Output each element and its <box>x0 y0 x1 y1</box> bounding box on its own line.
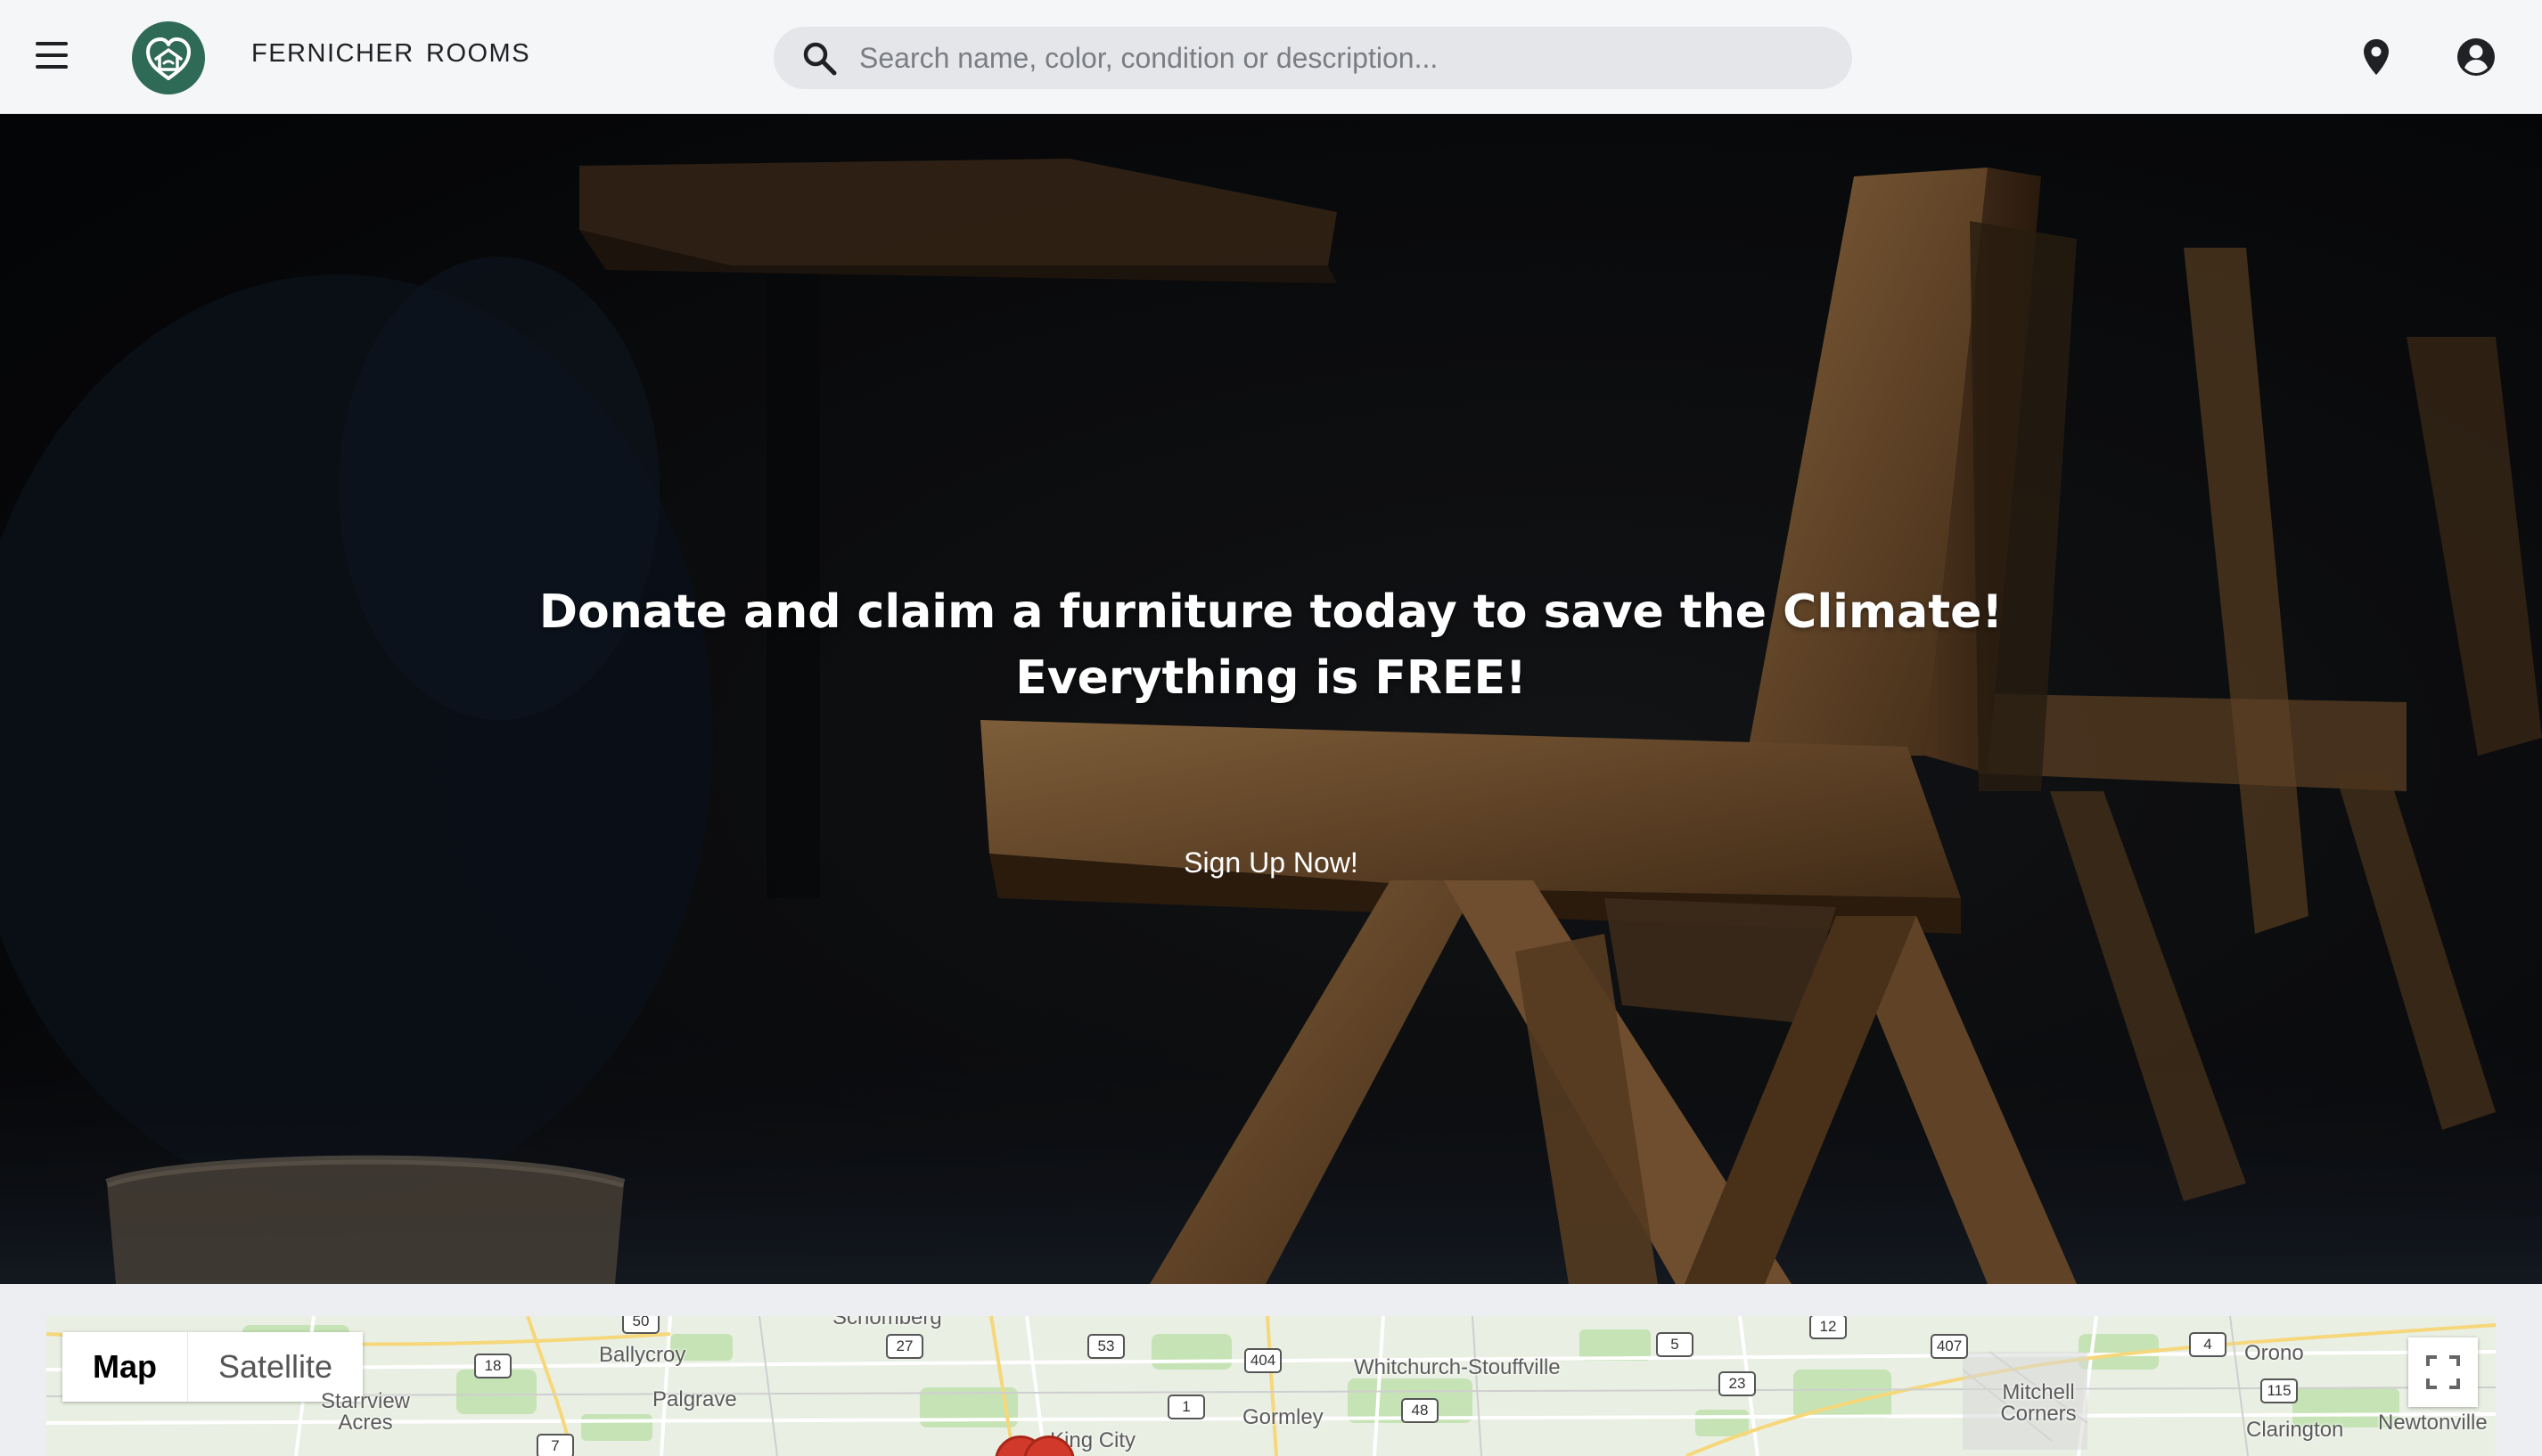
fullscreen-icon[interactable] <box>2408 1337 2478 1407</box>
highway-shield-5: 5 <box>1656 1332 1693 1357</box>
highway-shield-115: 115 <box>2260 1378 2298 1403</box>
highway-shield-53: 53 <box>1087 1334 1125 1359</box>
highway-shield-404: 404 <box>1244 1348 1282 1373</box>
map-label-ballycroy: Ballycroy <box>599 1343 686 1367</box>
map-label-schomberg: Schomberg <box>832 1316 942 1329</box>
highway-shield-27: 27 <box>886 1334 923 1359</box>
location-pin-icon[interactable] <box>2353 34 2399 80</box>
hero-headline-line-1: Donate and claim a furniture today to sa… <box>538 585 2004 639</box>
map-label-newtonville: Newtonville <box>2378 1411 2488 1435</box>
map-label-palgrave: Palgrave <box>652 1387 737 1411</box>
account-circle-icon[interactable] <box>2453 34 2499 80</box>
fernicher-logo-icon[interactable] <box>132 21 205 94</box>
nav-fernicher-link[interactable]: FERNICHER <box>251 39 414 69</box>
map-tiles[interactable] <box>46 1316 2496 1456</box>
map-label-clarington: Clarington <box>2246 1418 2344 1442</box>
map-type-map-button[interactable]: Map <box>62 1332 187 1402</box>
map-label-starrview-acres: Starrview Acres <box>320 1389 411 1435</box>
nav-rooms-link[interactable]: ROOMS <box>426 39 530 69</box>
search-input[interactable] <box>859 27 1822 89</box>
top-app-bar: FERNICHER ROOMS <box>0 0 2542 114</box>
highway-shield-1: 1 <box>1168 1395 1205 1419</box>
map-label-mitchell-corners: Mitchell Corners <box>2000 1380 2077 1426</box>
map-label-whitchurch-stouffville: Whitchurch-Stouffville <box>1354 1355 1561 1379</box>
highway-shield-50: 50 <box>622 1316 660 1334</box>
highway-shield-18: 18 <box>474 1354 512 1378</box>
highway-shield-23: 23 <box>1718 1371 1756 1396</box>
map-label-orono: Orono <box>2244 1341 2304 1365</box>
search-icon[interactable] <box>800 39 840 78</box>
highway-shield-7: 7 <box>537 1434 574 1456</box>
hero-headline-line-2: Everything is FREE! <box>1015 651 1527 705</box>
hamburger-menu-icon[interactable] <box>27 36 77 78</box>
google-map[interactable]: Map Satellite Schomberg Ballycroy Palgra… <box>46 1316 2496 1456</box>
hero-headline: Donate and claim a furniture today to sa… <box>0 579 2542 711</box>
highway-shield-48: 48 <box>1401 1398 1439 1423</box>
highway-shield-407: 407 <box>1931 1334 1968 1359</box>
search-bar[interactable] <box>774 27 1852 89</box>
map-section: Map Satellite Schomberg Ballycroy Palgra… <box>0 1284 2542 1456</box>
highway-shield-12: 12 <box>1809 1316 1847 1339</box>
highway-shield-4: 4 <box>2189 1332 2226 1357</box>
hero-banner: Donate and claim a furniture today to sa… <box>0 114 2542 1284</box>
sign-up-button[interactable]: Sign Up Now! <box>1137 834 1405 891</box>
map-label-gormley: Gormley <box>1242 1405 1324 1429</box>
